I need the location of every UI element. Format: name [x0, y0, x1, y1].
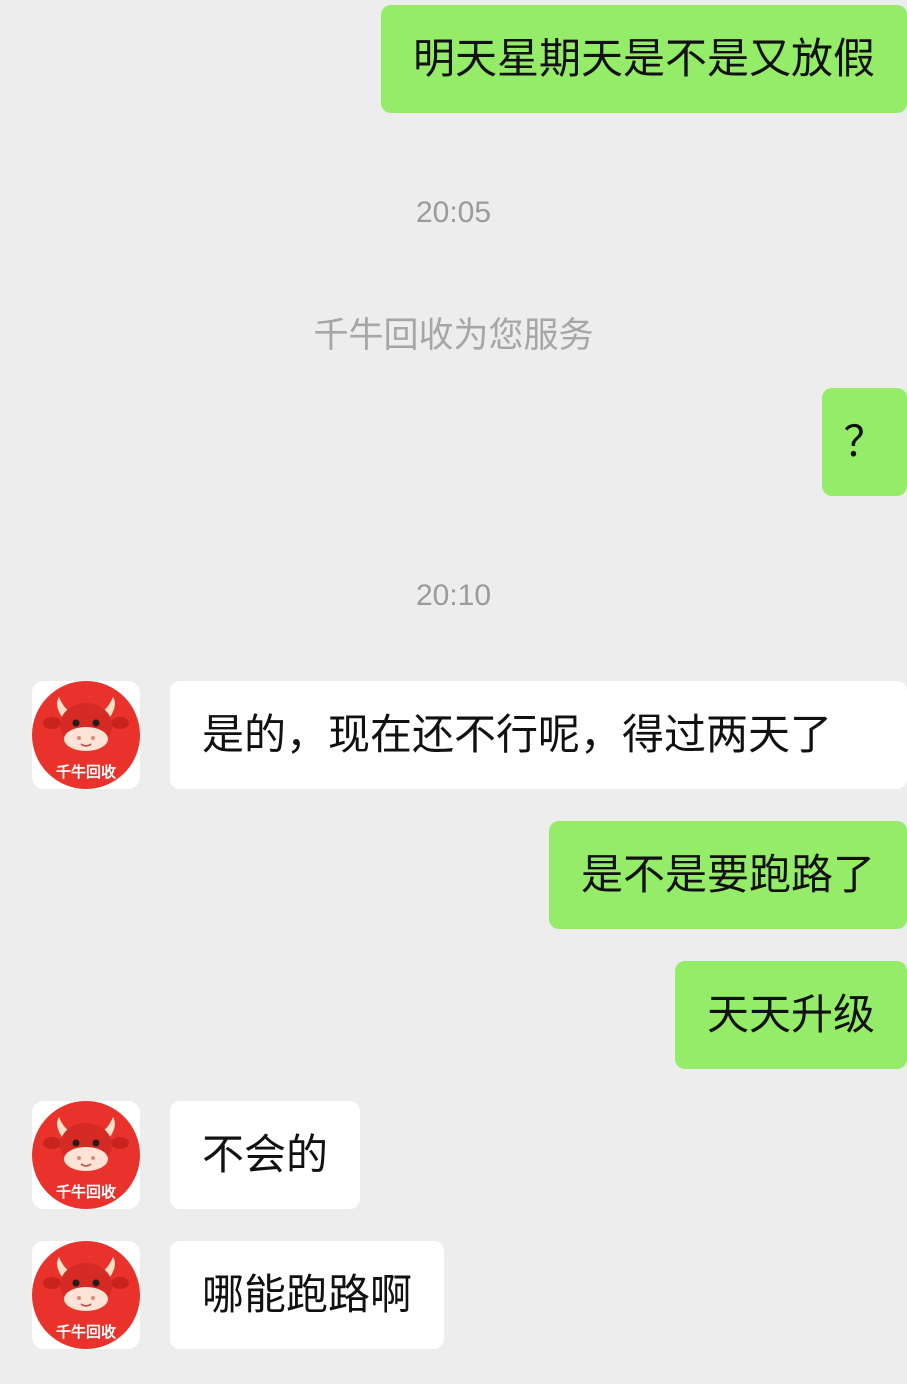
agent-avatar[interactable]: 千牛回收 — [32, 681, 140, 789]
incoming-message-bubble[interactable]: 不会的 — [170, 1101, 361, 1209]
incoming-message-bubble[interactable]: 是的，现在还不行呢，得过两天了 — [170, 681, 907, 789]
cartoon-bull-icon: 千牛回收 — [32, 681, 140, 789]
system-notice: 千牛回收为您服务 — [313, 316, 594, 356]
svg-text:千牛回收: 千牛回收 — [56, 1323, 116, 1341]
outgoing-message-bubble[interactable]: 天天升级 — [674, 961, 907, 1069]
agent-avatar[interactable]: 千牛回收 — [32, 1241, 140, 1349]
incoming-message-bubble[interactable]: 哪能跑路啊 — [170, 1241, 445, 1349]
outgoing-message-bubble[interactable]: 明天星期天是不是又放假 — [380, 5, 907, 113]
cartoon-bull-icon: 千牛回收 — [32, 1241, 140, 1349]
chat-window: 明天星期天是不是又放假 20:05 千牛回收为您服务 ？ 20:10 千牛回收 … — [0, 0, 907, 1384]
outgoing-message-bubble[interactable]: ？ — [822, 388, 907, 496]
message-timestamp: 20:10 — [415, 579, 492, 612]
agent-avatar[interactable]: 千牛回收 — [32, 1101, 140, 1209]
message-timestamp: 20:05 — [415, 196, 492, 229]
svg-text:千牛回收: 千牛回收 — [56, 763, 116, 781]
outgoing-message-bubble[interactable]: 是不是要跑路了 — [548, 821, 907, 929]
cartoon-bull-icon: 千牛回收 — [32, 1101, 140, 1209]
svg-text:千牛回收: 千牛回收 — [56, 1183, 116, 1201]
